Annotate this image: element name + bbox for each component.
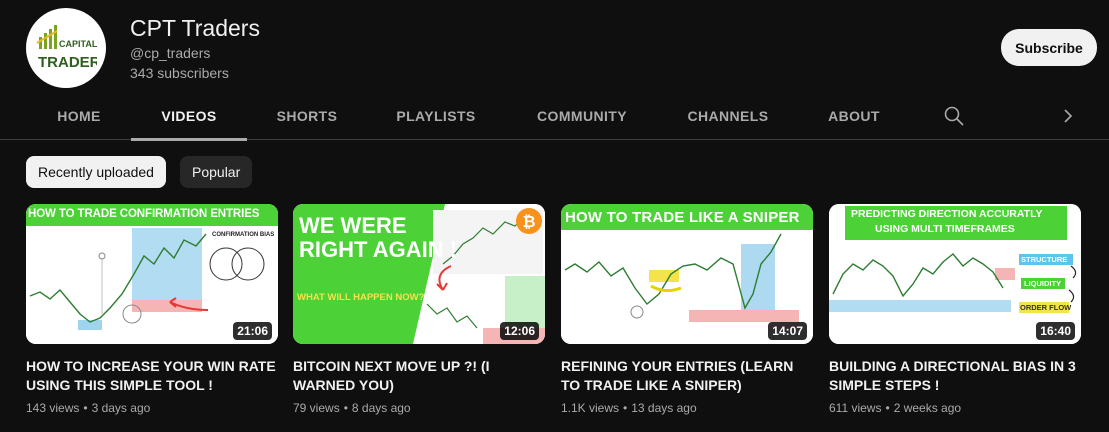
tab-videos[interactable]: VIDEOS	[131, 92, 247, 141]
tab-playlists[interactable]: PLAYLISTS	[382, 92, 490, 140]
thumbnail-headline-2: USING MULTI TIMEFRAMES	[875, 223, 1015, 235]
tab-about[interactable]: ABOUT	[812, 92, 896, 140]
channel-tabs: HOME VIDEOS SHORTS PLAYLISTS COMMUNITY C…	[0, 92, 1109, 141]
meta-separator: •	[343, 401, 348, 415]
chip-popular[interactable]: Popular	[180, 156, 253, 188]
video-duration: 12:06	[500, 322, 539, 340]
tab-shorts[interactable]: SHORTS	[262, 92, 352, 140]
chip-recently-uploaded[interactable]: Recently uploaded	[26, 156, 166, 188]
svg-text:TRADERS: TRADERS	[38, 54, 97, 71]
upload-age: 3 days ago	[91, 401, 151, 415]
svg-text:₿: ₿	[522, 212, 535, 231]
video-meta: 611 views • 2 weeks ago	[829, 400, 1081, 416]
subscribe-button[interactable]: Subscribe	[1001, 29, 1097, 66]
view-count: 79 views	[293, 401, 340, 415]
video-title[interactable]: BUILDING A DIRECTIONAL BIAS IN 3 SIMPLE …	[829, 357, 1081, 395]
video-title[interactable]: BITCOIN NEXT MOVE UP ?! (I WARNED YOU)	[293, 357, 545, 395]
view-count: 1.1K views	[561, 401, 620, 415]
thumbnail-caption: CONFIRMATION BIAS	[212, 232, 275, 238]
search-icon[interactable]	[942, 104, 966, 128]
svg-text:CAPITAL: CAPITAL	[59, 39, 97, 49]
video-thumbnail[interactable]: HOW TO TRADE CONFIRMATION ENTRIES CONFIR…	[26, 204, 278, 344]
thumbnail-headline: PREDICTING DIRECTION ACCURATLY	[851, 208, 1043, 220]
chevron-right-icon[interactable]	[1056, 104, 1080, 128]
video-duration: 14:07	[768, 322, 807, 340]
view-count: 143 views	[26, 401, 80, 415]
tab-community[interactable]: COMMUNITY	[520, 92, 644, 140]
video-meta: 143 views • 3 days ago	[26, 400, 278, 416]
tab-channels[interactable]: CHANNELS	[674, 92, 782, 140]
thumbnail-caption: WHAT WILL HAPPEN NOW?	[297, 292, 425, 303]
view-count: 611 views	[829, 401, 882, 415]
meta-separator: •	[623, 401, 628, 415]
thumbnail-label-order-flow: ORDER FLOW	[1020, 303, 1072, 312]
video-card[interactable]: HOW TO TRADE CONFIRMATION ENTRIES CONFIR…	[26, 204, 278, 416]
thumbnail-headline: HOW TO TRADE CONFIRMATION ENTRIES	[28, 208, 260, 220]
video-thumbnail[interactable]: PREDICTING DIRECTION ACCURATLY USING MUL…	[829, 204, 1081, 344]
channel-handle: @cp_traders	[130, 45, 211, 61]
video-card[interactable]: PREDICTING DIRECTION ACCURATLY USING MUL…	[829, 204, 1081, 416]
upload-age: 13 days ago	[631, 401, 697, 415]
video-thumbnail[interactable]: ₿ WE WERE RIGHT AGAIN ! WHAT WILL HAPPEN…	[293, 204, 545, 344]
video-duration: 21:06	[233, 322, 272, 340]
video-title[interactable]: REFINING YOUR ENTRIES (LEARN TO TRADE LI…	[561, 357, 813, 395]
video-duration: 16:40	[1036, 322, 1075, 340]
thumbnail-headline: HOW TO TRADE LIKE A SNIPER	[565, 209, 800, 226]
channel-name: CPT Traders	[130, 15, 260, 41]
thumbnail-label-liquidity: LIQUIDITY	[1024, 279, 1062, 288]
video-thumbnail[interactable]: HOW TO TRADE LIKE A SNIPER 14:07	[561, 204, 813, 344]
video-meta: 79 views • 8 days ago	[293, 400, 545, 416]
video-title[interactable]: HOW TO INCREASE YOUR WIN RATE USING THIS…	[26, 357, 278, 395]
capital-traders-logo: CAPITAL TRADERS	[36, 25, 97, 71]
meta-separator: •	[83, 401, 88, 415]
video-card[interactable]: HOW TO TRADE LIKE A SNIPER 14:07 REFININ…	[561, 204, 813, 416]
thumbnail-headline-2: RIGHT AGAIN !	[299, 237, 458, 262]
upload-age: 8 days ago	[351, 401, 411, 415]
subscriber-count: 343 subscribers	[130, 65, 229, 81]
thumbnail-headline: WE WERE	[299, 213, 407, 238]
upload-age: 2 weeks ago	[893, 401, 962, 415]
video-card[interactable]: ₿ WE WERE RIGHT AGAIN ! WHAT WILL HAPPEN…	[293, 204, 545, 416]
video-meta: 1.1K views • 13 days ago	[561, 400, 813, 416]
meta-separator: •	[885, 401, 890, 415]
thumbnail-label-structure: STRUCTURE	[1021, 255, 1068, 264]
tab-home[interactable]: HOME	[40, 92, 118, 140]
channel-avatar[interactable]: CAPITAL TRADERS	[26, 8, 106, 88]
channel-info: CPT Traders @cp_traders 343 subscribers	[130, 14, 260, 83]
